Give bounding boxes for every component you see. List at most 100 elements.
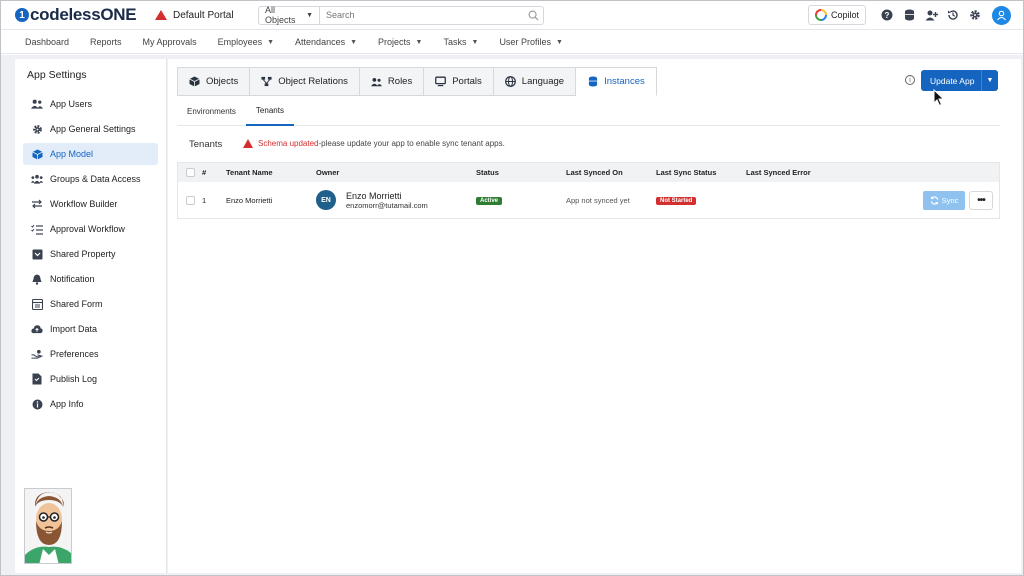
sidebar-item-label: Notification [50, 274, 95, 284]
tab-language[interactable]: Language [493, 67, 577, 96]
warning-icon [243, 139, 253, 148]
nav-reports[interactable]: Reports [90, 37, 122, 47]
sidebar-item-preferences[interactable]: Preferences [23, 343, 158, 365]
nav-user-profiles[interactable]: User Profiles ▼ [499, 37, 562, 47]
portal-switcher[interactable]: Default Portal [155, 10, 255, 21]
search-icon[interactable] [523, 10, 543, 21]
history-icon[interactable] [942, 5, 964, 25]
sync-status-badge: Not Started [656, 197, 697, 205]
gear-icon[interactable] [964, 5, 986, 25]
help-icon[interactable]: ? [876, 5, 898, 25]
info-icon[interactable]: i [905, 75, 915, 85]
arrows-icon [31, 198, 43, 210]
relations-icon [261, 76, 272, 87]
info-icon [31, 398, 43, 410]
column-header[interactable]: Tenant Name [226, 168, 316, 177]
search-input[interactable] [320, 6, 523, 24]
database-icon[interactable] [898, 5, 920, 25]
tenants-heading: Tenants [189, 139, 223, 150]
sidebar-item-app-model[interactable]: App Model [23, 143, 158, 165]
sync-button[interactable]: Sync [923, 191, 965, 210]
sidebar-item-app-info[interactable]: App Info [23, 393, 158, 415]
copilot-label: Copilot [830, 10, 859, 20]
sync-label: Sync [941, 196, 959, 205]
portal-label: Default Portal [173, 9, 234, 21]
column-header[interactable]: Last Synced On [566, 168, 656, 177]
update-app-button[interactable]: Update App ▼ [921, 70, 998, 91]
sidebar-item-app-general-settings[interactable]: App General Settings [23, 118, 158, 140]
nav-projects[interactable]: Projects ▼ [378, 37, 422, 47]
subtab-environments[interactable]: Environments [177, 97, 246, 126]
app-settings-sidebar: App Settings App Users App General Setti… [15, 59, 167, 573]
sidebar-item-label: App Model [50, 149, 94, 159]
sidebar-item-groups-data-access[interactable]: Groups & Data Access [23, 168, 158, 190]
sidebar-item-label: Groups & Data Access [50, 174, 141, 184]
top-bar: 1 codelessONE Default Portal All Objects… [1, 1, 1023, 30]
globe-icon [504, 76, 516, 87]
chevron-down-icon: ▼ [471, 38, 479, 46]
chevron-down-icon: ▼ [350, 38, 358, 46]
tab-object-relations[interactable]: Object Relations [250, 67, 360, 96]
tab-instances[interactable]: Instances [576, 67, 657, 96]
chevron-down-icon[interactable]: ▼ [981, 70, 998, 91]
sidebar-item-notification[interactable]: Notification [23, 268, 158, 290]
nav-attendances[interactable]: Attendances ▼ [295, 37, 357, 47]
form-icon [31, 298, 43, 310]
monitor-icon [435, 76, 447, 87]
row-select-cell [178, 195, 202, 205]
hand-icon [31, 348, 43, 360]
owner-name: Enzo Morrietti [346, 190, 402, 201]
app-logo[interactable]: 1 codelessONE [15, 5, 155, 25]
user-avatar-icon[interactable] [992, 5, 1011, 25]
cube-icon [31, 148, 43, 160]
select-all-checkbox[interactable] [186, 168, 195, 177]
users-icon [31, 98, 43, 110]
owner-cell: EN Enzo Morrietti enzomorr@tutamail.com [316, 190, 476, 210]
nav-dashboard[interactable]: Dashboard [25, 37, 69, 47]
nav-employees[interactable]: Employees ▼ [218, 37, 274, 47]
sidebar-item-workflow-builder[interactable]: Workflow Builder [23, 193, 158, 215]
sidebar-item-shared-property[interactable]: Shared Property [23, 243, 158, 265]
warning-highlight: Schema updated [258, 139, 319, 148]
sidebar-item-publish-log[interactable]: Publish Log [23, 368, 158, 390]
sidebar-item-label: Preferences [50, 349, 99, 359]
add-user-icon[interactable] [920, 5, 942, 25]
copilot-icon [814, 9, 827, 21]
tab-portals[interactable]: Portals [424, 67, 494, 96]
search-scope-label: All Objects [265, 5, 296, 25]
copilot-button[interactable]: Copilot [807, 5, 866, 25]
table-row[interactable]: 1 Enzo Morrietti EN Enzo Morrietti enzom… [178, 182, 999, 218]
chevron-down-icon: ▼ [415, 38, 423, 46]
tab-label: Instances [604, 76, 645, 87]
nav-label: Employees [217, 37, 263, 47]
owner-info: Enzo Morrietti enzomorr@tutamail.com [346, 191, 428, 210]
tab-label: Portals [452, 76, 482, 87]
more-actions-button[interactable]: ••• [969, 191, 993, 210]
sidebar-item-label: Shared Form [50, 299, 103, 309]
column-header[interactable]: Last Synced Error [746, 168, 846, 177]
sidebar-item-approval-workflow[interactable]: Approval Workflow [23, 218, 158, 240]
column-header[interactable]: Owner [316, 168, 476, 177]
instances-subtabs: Environments Tenants [177, 97, 1000, 126]
sync-status-cell: Not Started [656, 195, 746, 205]
status-badge: Active [476, 197, 503, 205]
users-icon [370, 76, 382, 87]
sidebar-item-label: Approval Workflow [50, 224, 125, 234]
tab-objects[interactable]: Objects [177, 67, 251, 96]
column-header[interactable]: Status [476, 168, 566, 177]
sidebar-item-app-users[interactable]: App Users [23, 93, 158, 115]
tab-roles[interactable]: Roles [359, 67, 425, 96]
logo-text: codelessONE [30, 5, 137, 24]
tab-label: Objects [206, 76, 239, 87]
row-checkbox[interactable] [186, 195, 195, 205]
nav-tasks[interactable]: Tasks ▼ [443, 37, 478, 47]
subtab-tenants[interactable]: Tenants [245, 97, 294, 126]
main-nav: Dashboard Reports My Approvals Employees… [1, 31, 1023, 54]
tenant-name: Enzo Morrietti [226, 195, 273, 205]
column-header[interactable]: Last Sync Status [656, 168, 746, 177]
nav-my-approvals[interactable]: My Approvals [143, 37, 197, 47]
sidebar-item-import-data[interactable]: Import Data [23, 318, 158, 340]
sidebar-item-label: Import Data [50, 324, 98, 334]
search-scope-select[interactable]: All Objects ▼ [259, 5, 320, 25]
sidebar-item-shared-form[interactable]: Shared Form [23, 293, 158, 315]
